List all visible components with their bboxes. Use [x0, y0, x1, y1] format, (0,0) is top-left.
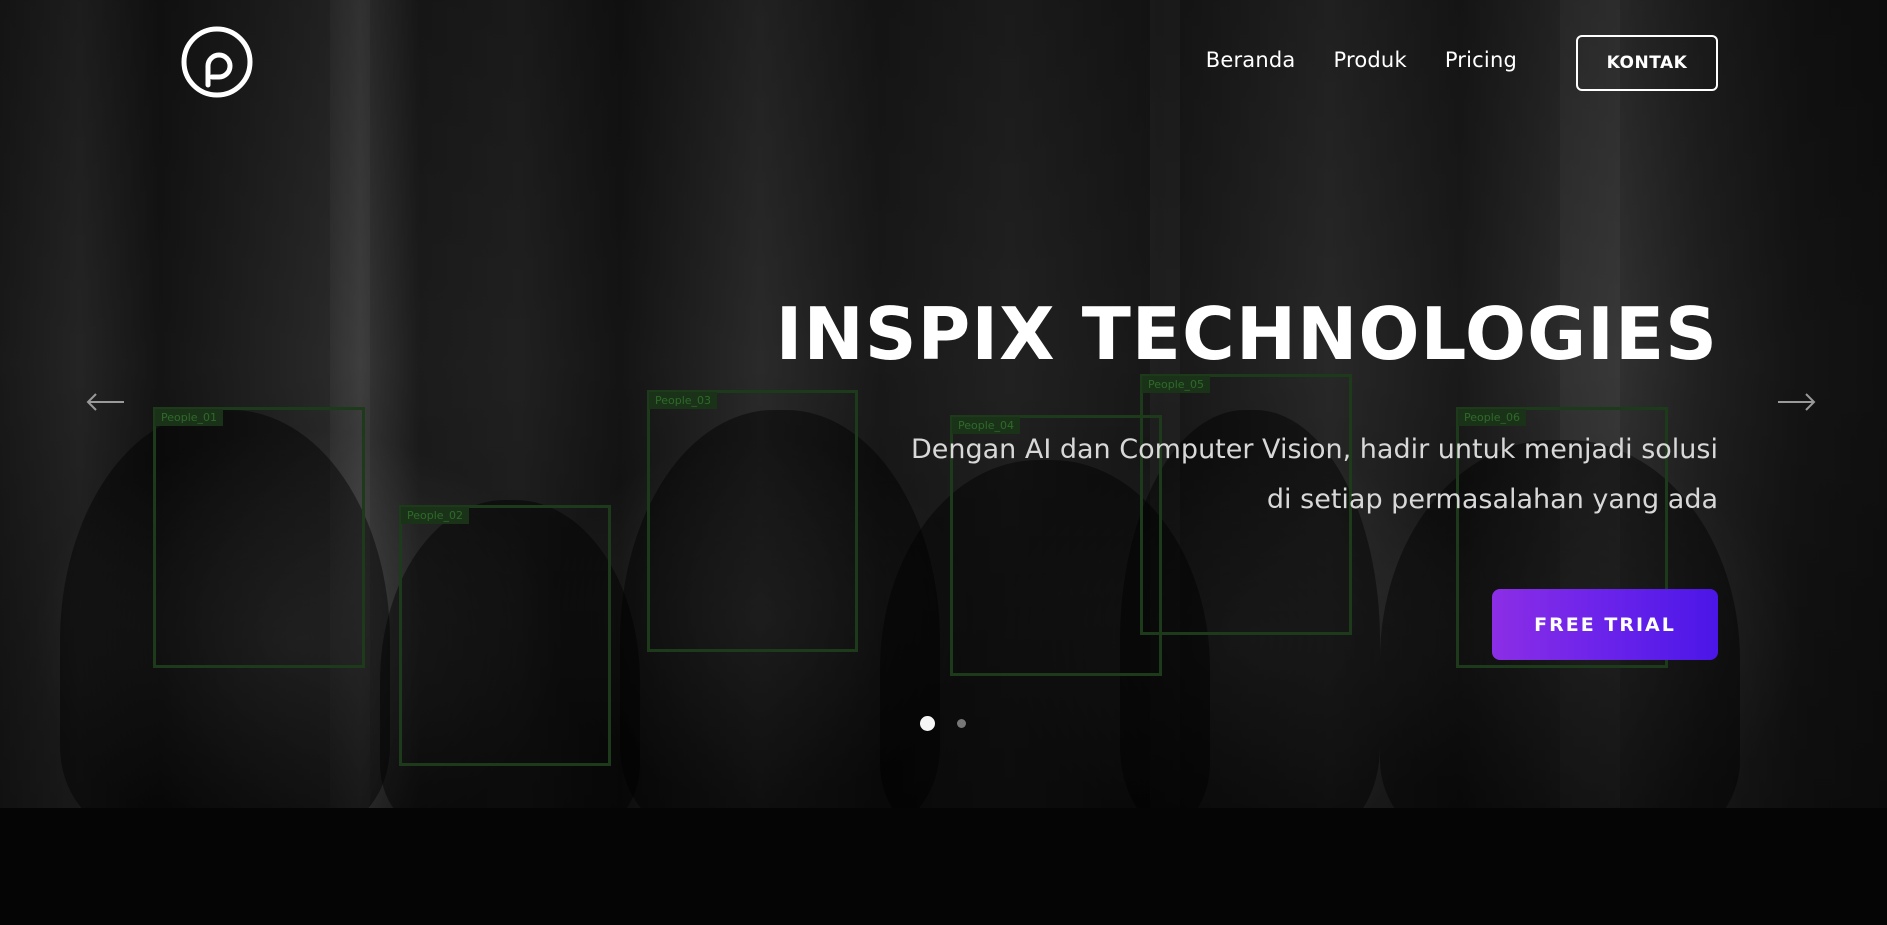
main-nav: Beranda Produk Pricing	[1206, 48, 1517, 72]
detection-box: People_02	[399, 505, 611, 766]
detection-label: People_01	[155, 409, 224, 426]
page: People_01 People_02 People_03 People_04 …	[0, 0, 1887, 925]
hero-subtitle: Dengan AI dan Computer Vision, hadir unt…	[818, 425, 1718, 525]
nav-link-pricing[interactable]: Pricing	[1445, 48, 1517, 72]
nav-link-beranda[interactable]: Beranda	[1206, 48, 1296, 72]
arrow-right-icon[interactable]	[1776, 390, 1816, 414]
hero-subtitle-line1: Dengan AI dan Computer Vision, hadir unt…	[910, 434, 1718, 465]
carousel-dot-1[interactable]	[920, 716, 935, 731]
inspix-logo-icon[interactable]	[180, 25, 254, 99]
hero-title: INSPIX TECHNOLOGIES	[775, 292, 1718, 376]
detection-label: People_02	[401, 507, 470, 524]
free-trial-button[interactable]: FREE TRIAL	[1492, 589, 1718, 660]
arrow-left-icon[interactable]	[86, 390, 126, 414]
hero-section: People_01 People_02 People_03 People_04 …	[0, 0, 1887, 808]
hero-subtitle-line2: di setiap permasalahan yang ada	[1266, 484, 1718, 515]
bottom-section	[0, 808, 1887, 925]
detection-box: People_01	[153, 407, 365, 668]
contact-button[interactable]: KONTAK	[1576, 35, 1718, 91]
carousel-dots	[920, 716, 966, 731]
detection-label: People_06	[1458, 409, 1527, 426]
detection-label: People_05	[1142, 376, 1211, 393]
nav-link-produk[interactable]: Produk	[1333, 48, 1406, 72]
detection-label: People_03	[649, 392, 718, 409]
carousel-dot-2[interactable]	[957, 719, 966, 728]
